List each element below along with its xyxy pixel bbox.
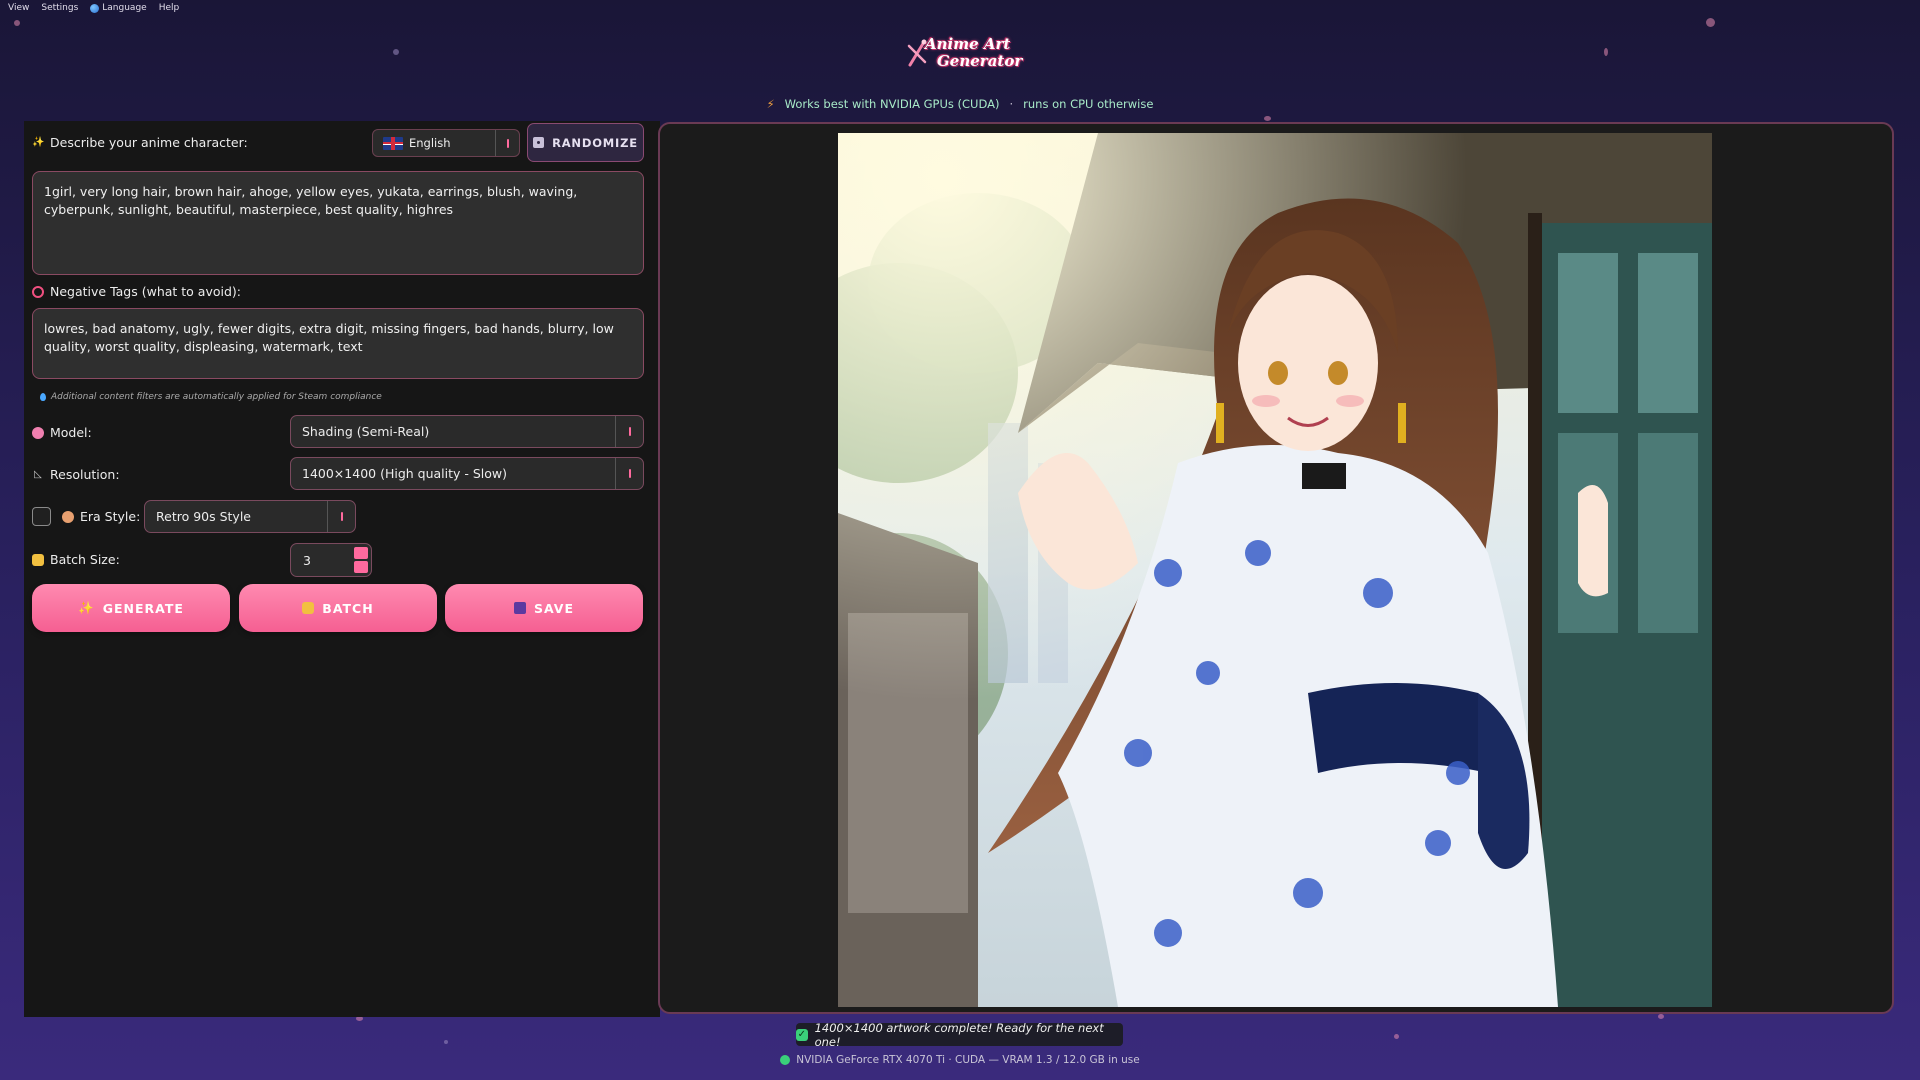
gpu-note-right: runs on CPU otherwise — [1023, 97, 1154, 111]
model-label: Model: — [32, 425, 92, 440]
menu-language[interactable]: Language — [90, 2, 147, 14]
preview-panel — [658, 122, 1894, 1014]
petal-decoration — [1264, 116, 1271, 121]
menu-help[interactable]: Help — [159, 2, 180, 14]
menu-settings-label: Settings — [41, 3, 79, 13]
save-button-label: SAVE — [533, 600, 575, 616]
batch-label-text: Batch Size: — [50, 552, 120, 567]
negative-input[interactable]: lowres, bad anatomy, ugly, fewer digits,… — [32, 308, 644, 379]
menu-bar: View Settings Language Help — [0, 0, 187, 16]
era-style-checkbox[interactable] — [32, 507, 51, 526]
dice-icon — [533, 137, 545, 148]
generated-artwork — [838, 133, 1712, 1007]
sparkle-icon: ✨ — [78, 600, 95, 615]
menu-view-label: View — [8, 3, 30, 13]
batch-button[interactable]: BATCH — [239, 584, 437, 632]
prohibited-icon — [32, 285, 44, 298]
language-select[interactable]: English — [372, 129, 520, 157]
language-select-value: English — [409, 136, 451, 150]
status-dot-icon — [780, 1055, 791, 1065]
batch-size-value: 3 — [303, 552, 311, 568]
randomize-button-label: RANDOMIZE — [552, 135, 638, 150]
status-message: ✓ 1400×1400 artwork complete! Ready for … — [796, 1020, 1123, 1049]
batch-size-stepper[interactable]: 3 — [290, 543, 372, 577]
sparkle-icon: ✨ — [32, 136, 45, 148]
model-label-row: Model: — [32, 425, 92, 440]
menu-help-label: Help — [158, 3, 180, 13]
petal-decoration — [444, 1040, 448, 1044]
ruler-icon: ◺ — [34, 468, 42, 480]
globe-icon — [90, 3, 100, 13]
gpu-note-left: Works best with NVIDIA GPUs (CUDA) — [784, 97, 1000, 111]
era-label-row: Era Style: — [62, 509, 140, 524]
gpu-note-separator: · — [1009, 97, 1014, 111]
gpu-status: NVIDIA GeForce RTX 4070 Ti · CUDA — VRAM… — [0, 1054, 1920, 1066]
petal-decoration — [14, 20, 20, 26]
prompt-label-text: Describe your anime character: — [50, 135, 248, 150]
petal-decoration — [1394, 1034, 1399, 1039]
dropdown-caret-icon — [615, 458, 643, 489]
negative-label-text: Negative Tags (what to avoid): — [50, 284, 241, 299]
artwork-illustration — [838, 133, 1712, 1007]
batch-button-label: BATCH — [322, 600, 374, 616]
filter-hint: Additional content filters are automatic… — [40, 392, 382, 402]
gpu-note: ⚡ Works best with NVIDIA GPUs (CUDA) · runs… — [0, 97, 1920, 111]
generate-button-label: GENERATE — [102, 600, 184, 616]
petal-decoration — [393, 49, 399, 55]
lightning-icon: ⚡ — [766, 97, 775, 111]
model-select[interactable]: Shading (Semi-Real) — [290, 415, 644, 448]
dropdown-caret-icon — [495, 130, 519, 156]
resolution-label-row: ◺ Resolution: — [32, 467, 120, 482]
model-label-text: Model: — [50, 425, 92, 440]
resolution-label: ◺ Resolution: — [32, 467, 120, 482]
menu-language-label: Language — [102, 3, 147, 13]
prompt-label: ✨ Describe your anime character: — [32, 135, 248, 150]
model-select-value: Shading (Semi-Real) — [302, 424, 430, 439]
logo-line1: Anime Art — [925, 35, 1011, 53]
brain-icon — [32, 426, 44, 439]
control-panel: ✨ Describe your anime character: English … — [24, 121, 660, 1017]
save-button[interactable]: SAVE — [445, 584, 643, 632]
prompt-input[interactable]: 1girl, very long hair, brown hair, ahoge… — [32, 171, 644, 275]
petal-decoration — [1706, 18, 1715, 27]
check-icon: ✓ — [796, 1028, 808, 1041]
era-label: Era Style: — [62, 509, 140, 524]
floppy-disk-icon — [513, 602, 526, 614]
petal-decoration — [1658, 1014, 1664, 1019]
resolution-select[interactable]: 1400×1400 (High quality - Slow) — [290, 457, 644, 490]
randomize-button[interactable]: RANDOMIZE — [527, 123, 644, 162]
logo-text: Anime Art Generator — [925, 36, 1022, 70]
stepper-increment-button[interactable] — [354, 547, 368, 559]
resolution-label-text: Resolution: — [50, 467, 120, 482]
palette-icon — [62, 510, 74, 523]
batch-label-row: Batch Size: — [32, 552, 120, 567]
negative-label: Negative Tags (what to avoid): — [32, 284, 241, 299]
app-logo: Anime Art Generator — [905, 32, 1022, 80]
generate-button[interactable]: ✨ GENERATE — [32, 584, 230, 632]
petal-decoration — [1604, 48, 1608, 56]
folder-icon — [302, 602, 315, 614]
prompt-label-row: ✨ Describe your anime character: — [32, 135, 248, 150]
filter-hint-text: Additional content filters are automatic… — [51, 392, 382, 402]
stepper-decrement-button[interactable] — [354, 561, 368, 573]
folder-icon — [32, 553, 44, 566]
resolution-select-value: 1400×1400 (High quality - Slow) — [302, 466, 508, 481]
gpu-status-text: NVIDIA GeForce RTX 4070 Ti · CUDA — VRAM… — [796, 1054, 1140, 1066]
uk-flag-icon — [383, 136, 403, 150]
info-drop-icon — [40, 393, 46, 401]
era-label-text: Era Style: — [80, 509, 141, 524]
logo-line2: Generator — [937, 52, 1023, 70]
menu-view[interactable]: View — [8, 2, 29, 14]
batch-label: Batch Size: — [32, 552, 120, 567]
dropdown-caret-icon — [615, 416, 643, 447]
menu-settings[interactable]: Settings — [41, 2, 78, 14]
era-style-select[interactable]: Retro 90s Style — [144, 500, 356, 533]
negative-label-row: Negative Tags (what to avoid): — [32, 284, 241, 299]
stepper-buttons — [354, 547, 368, 573]
era-style-select-value: Retro 90s Style — [156, 509, 251, 524]
status-message-text: 1400×1400 artwork complete! Ready for th… — [814, 1020, 1104, 1049]
dropdown-caret-icon — [327, 501, 355, 532]
